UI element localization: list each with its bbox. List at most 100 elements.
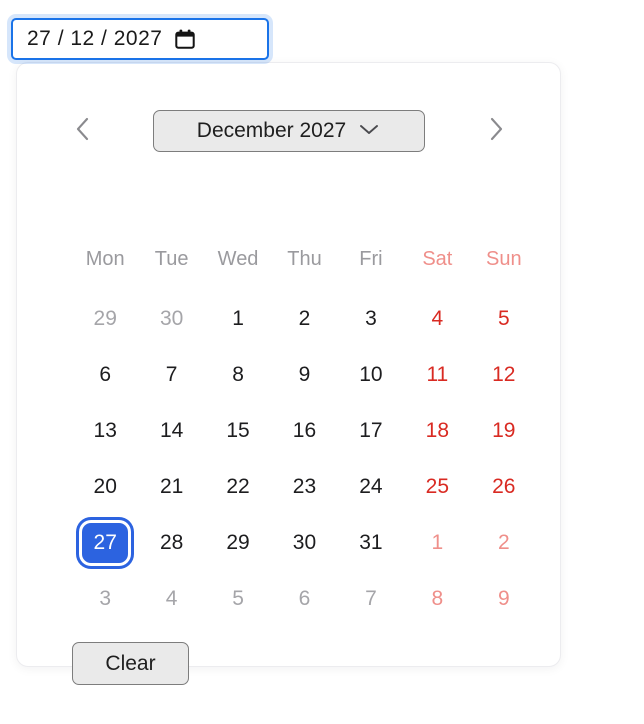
clear-button[interactable]: Clear bbox=[72, 642, 189, 685]
calendar-day-label: 19 bbox=[492, 419, 516, 442]
calendar-day-label: 4 bbox=[431, 307, 444, 330]
calendar-day-label: 25 bbox=[425, 475, 450, 498]
calendar-day-label: 21 bbox=[159, 475, 184, 498]
calendar-day-label: 20 bbox=[93, 475, 117, 498]
calendar-day[interactable]: 22 bbox=[205, 459, 271, 515]
weekday-header-tue: Tue bbox=[154, 248, 189, 270]
calendar-day[interactable]: 29 bbox=[205, 515, 271, 571]
calendar-day-grid: 29 30 1 2 3 4 5 6 7 8 9 10 11 12 13 14 15 16 17 18 19 20 21 22 2… bbox=[72, 291, 537, 627]
calendar-day[interactable]: 4 bbox=[404, 291, 470, 347]
calendar-day[interactable]: 17 bbox=[338, 403, 404, 459]
weekday-header-thu: Thu bbox=[287, 248, 322, 270]
calendar-day[interactable]: 13 bbox=[72, 403, 138, 459]
calendar-day-label: 1 bbox=[232, 307, 244, 330]
calendar-day[interactable]: 6 bbox=[271, 571, 337, 627]
chevron-left-icon bbox=[72, 114, 94, 149]
calendar-day-label: 6 bbox=[298, 587, 311, 610]
calendar-day[interactable]: 12 bbox=[471, 347, 537, 403]
weekday-header-fri: Fri bbox=[359, 248, 383, 270]
calendar-day-label: 3 bbox=[99, 587, 112, 610]
calendar-day[interactable]: 21 bbox=[138, 459, 204, 515]
calendar-icon[interactable] bbox=[174, 28, 196, 50]
weekday-header-sat: Sat bbox=[422, 248, 453, 270]
calendar-day-label: 30 bbox=[159, 307, 184, 330]
date-input-value: 27 / 12 / 2027 bbox=[27, 27, 163, 50]
calendar-day-label: 4 bbox=[165, 587, 178, 610]
calendar-day-label: 24 bbox=[359, 475, 383, 498]
calendar-day[interactable]: 8 bbox=[404, 571, 470, 627]
calendar-day[interactable]: 30 bbox=[138, 291, 204, 347]
calendar-day[interactable]: 3 bbox=[338, 291, 404, 347]
calendar-day-label: 5 bbox=[232, 587, 244, 610]
date-input[interactable]: 27 / 12 / 2027 bbox=[11, 18, 269, 60]
calendar-day-label: 18 bbox=[425, 419, 450, 442]
calendar-day[interactable]: 30 bbox=[271, 515, 337, 571]
calendar-day-label: 29 bbox=[93, 307, 117, 330]
calendar-day[interactable]: 7 bbox=[138, 347, 204, 403]
calendar-day[interactable]: 9 bbox=[271, 347, 337, 403]
calendar-day[interactable]: 7 bbox=[338, 571, 404, 627]
calendar-day[interactable]: 5 bbox=[205, 571, 271, 627]
calendar-day[interactable]: 11 bbox=[404, 347, 470, 403]
calendar-day-label: 26 bbox=[492, 475, 516, 498]
calendar-popup-panel: December 2027 Mon Tue Wed Thu Fri Sat Sun 29 30… bbox=[16, 62, 561, 685]
calendar-day-label: 5 bbox=[497, 307, 510, 330]
calendar-day-label: 9 bbox=[298, 363, 311, 386]
calendar-day[interactable]: 10 bbox=[338, 347, 404, 403]
calendar-day[interactable]: 5 bbox=[471, 291, 537, 347]
calendar-day[interactable]: 28 bbox=[138, 515, 204, 571]
calendar-day[interactable]: 31 bbox=[338, 515, 404, 571]
calendar-day[interactable]: 29 bbox=[72, 291, 138, 347]
calendar-day-label: 28 bbox=[159, 531, 184, 554]
calendar-day-selected[interactable]: 27 bbox=[72, 515, 138, 571]
calendar-day-label: 30 bbox=[292, 531, 317, 554]
calendar-day[interactable]: 26 bbox=[471, 459, 537, 515]
calendar-day-label: 8 bbox=[232, 363, 244, 386]
calendar-day[interactable]: 24 bbox=[338, 459, 404, 515]
previous-month-button[interactable] bbox=[61, 109, 105, 153]
calendar-day-label: 23 bbox=[292, 475, 317, 498]
calendar-day-label: 7 bbox=[365, 587, 377, 610]
calendar-day[interactable]: 14 bbox=[138, 403, 204, 459]
calendar-day[interactable]: 25 bbox=[404, 459, 470, 515]
calendar-day[interactable]: 9 bbox=[471, 571, 537, 627]
chevron-down-icon bbox=[358, 122, 380, 141]
calendar-day[interactable]: 3 bbox=[72, 571, 138, 627]
calendar-day[interactable]: 1 bbox=[205, 291, 271, 347]
calendar-day[interactable]: 8 bbox=[205, 347, 271, 403]
calendar-day-label: 11 bbox=[426, 363, 449, 386]
calendar-day[interactable]: 2 bbox=[271, 291, 337, 347]
calendar-day[interactable]: 4 bbox=[138, 571, 204, 627]
calendar-day[interactable]: 20 bbox=[72, 459, 138, 515]
chevron-right-icon bbox=[485, 114, 507, 149]
calendar-day-label: 14 bbox=[159, 419, 184, 442]
calendar-day-label: 9 bbox=[497, 587, 510, 610]
next-month-button[interactable] bbox=[474, 109, 518, 153]
calendar-day[interactable]: 23 bbox=[271, 459, 337, 515]
calendar-day-label: 13 bbox=[93, 419, 117, 442]
weekday-header-sun: Sun bbox=[485, 248, 522, 270]
calendar-day-label: 3 bbox=[365, 307, 377, 330]
calendar-day-label: 22 bbox=[226, 475, 250, 498]
calendar-day-label: 17 bbox=[359, 419, 383, 442]
calendar-day[interactable]: 16 bbox=[271, 403, 337, 459]
month-year-label: December 2027 bbox=[196, 119, 347, 142]
weekday-header-mon: Mon bbox=[85, 248, 125, 270]
calendar-day-label: 7 bbox=[165, 363, 178, 386]
calendar-day-label: 16 bbox=[292, 419, 317, 442]
calendar-day[interactable]: 1 bbox=[404, 515, 470, 571]
calendar-day[interactable]: 6 bbox=[72, 347, 138, 403]
calendar-day[interactable]: 18 bbox=[404, 403, 470, 459]
calendar-day[interactable]: 2 bbox=[471, 515, 537, 571]
calendar-day-label: 2 bbox=[298, 307, 311, 330]
calendar-day-label: 31 bbox=[359, 531, 383, 554]
weekday-header-wed: Wed bbox=[217, 248, 259, 270]
calendar-day[interactable]: 19 bbox=[471, 403, 537, 459]
calendar-day-label: 2 bbox=[497, 531, 510, 554]
calendar-day[interactable]: 15 bbox=[205, 403, 271, 459]
calendar-day-label: 1 bbox=[431, 531, 444, 554]
weekday-header-row: Mon Tue Wed Thu Fri Sat Sun bbox=[72, 245, 537, 273]
calendar-header: December 2027 bbox=[17, 105, 560, 157]
month-year-dropdown-button[interactable]: December 2027 bbox=[152, 110, 425, 152]
calendar-day-label: 8 bbox=[431, 587, 444, 610]
